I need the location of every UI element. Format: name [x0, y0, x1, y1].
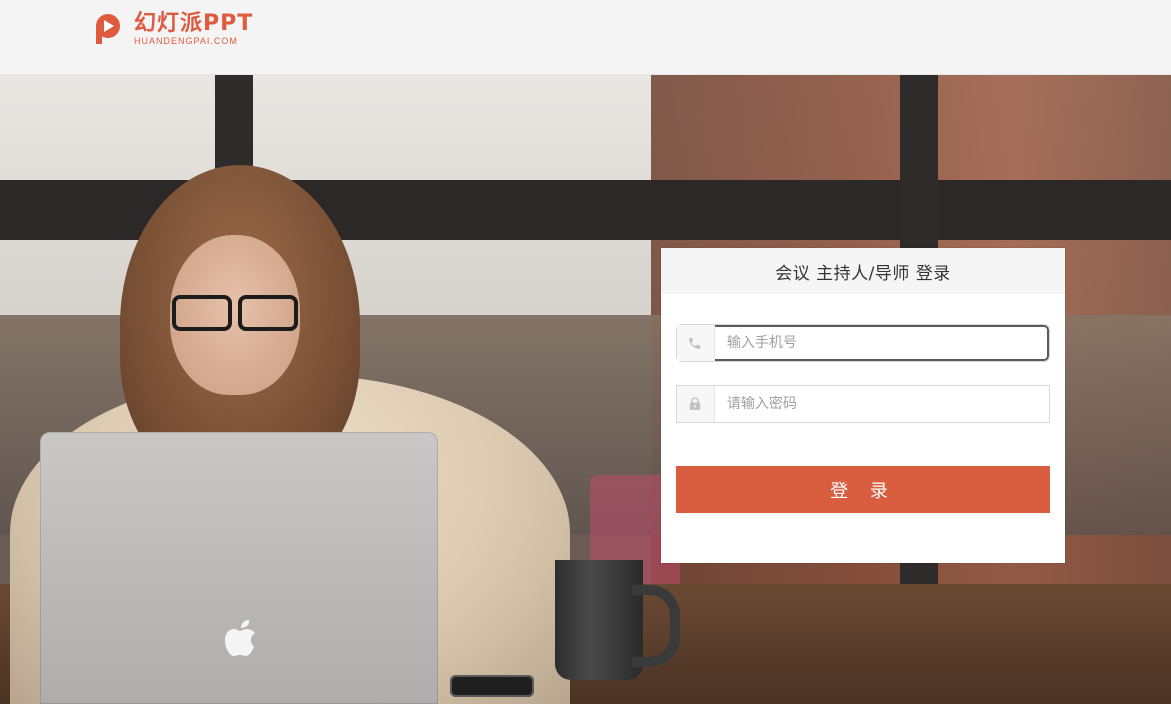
logo[interactable]: 幻灯派PPT HUANDENGPAI.COM: [92, 12, 253, 46]
phone-icon: [677, 325, 715, 361]
login-card: 会议 主持人/导师 登录 登 录: [661, 248, 1065, 563]
laptop: [40, 432, 438, 704]
apple-logo-icon: [225, 620, 255, 656]
login-button[interactable]: 登 录: [676, 466, 1050, 513]
password-field[interactable]: [676, 385, 1050, 423]
glasses: [172, 295, 298, 331]
header: 幻灯派PPT HUANDENGPAI.COM: [0, 0, 1171, 75]
login-title: 会议 主持人/导师 登录: [775, 263, 951, 284]
password-input[interactable]: [714, 386, 1049, 422]
brand-name-cn: 幻灯派PPT: [134, 10, 254, 36]
smartphone: [450, 675, 534, 697]
logo-mark-icon: [92, 12, 126, 46]
phone-input[interactable]: [714, 325, 1049, 361]
mug: [555, 560, 643, 680]
login-card-header: 会议 主持人/导师 登录: [661, 248, 1065, 294]
mug-handle: [632, 585, 680, 667]
brand-name-en: HUANDENGPAI.COM: [134, 35, 238, 46]
phone-field[interactable]: [676, 324, 1050, 362]
lock-icon: [677, 386, 715, 422]
